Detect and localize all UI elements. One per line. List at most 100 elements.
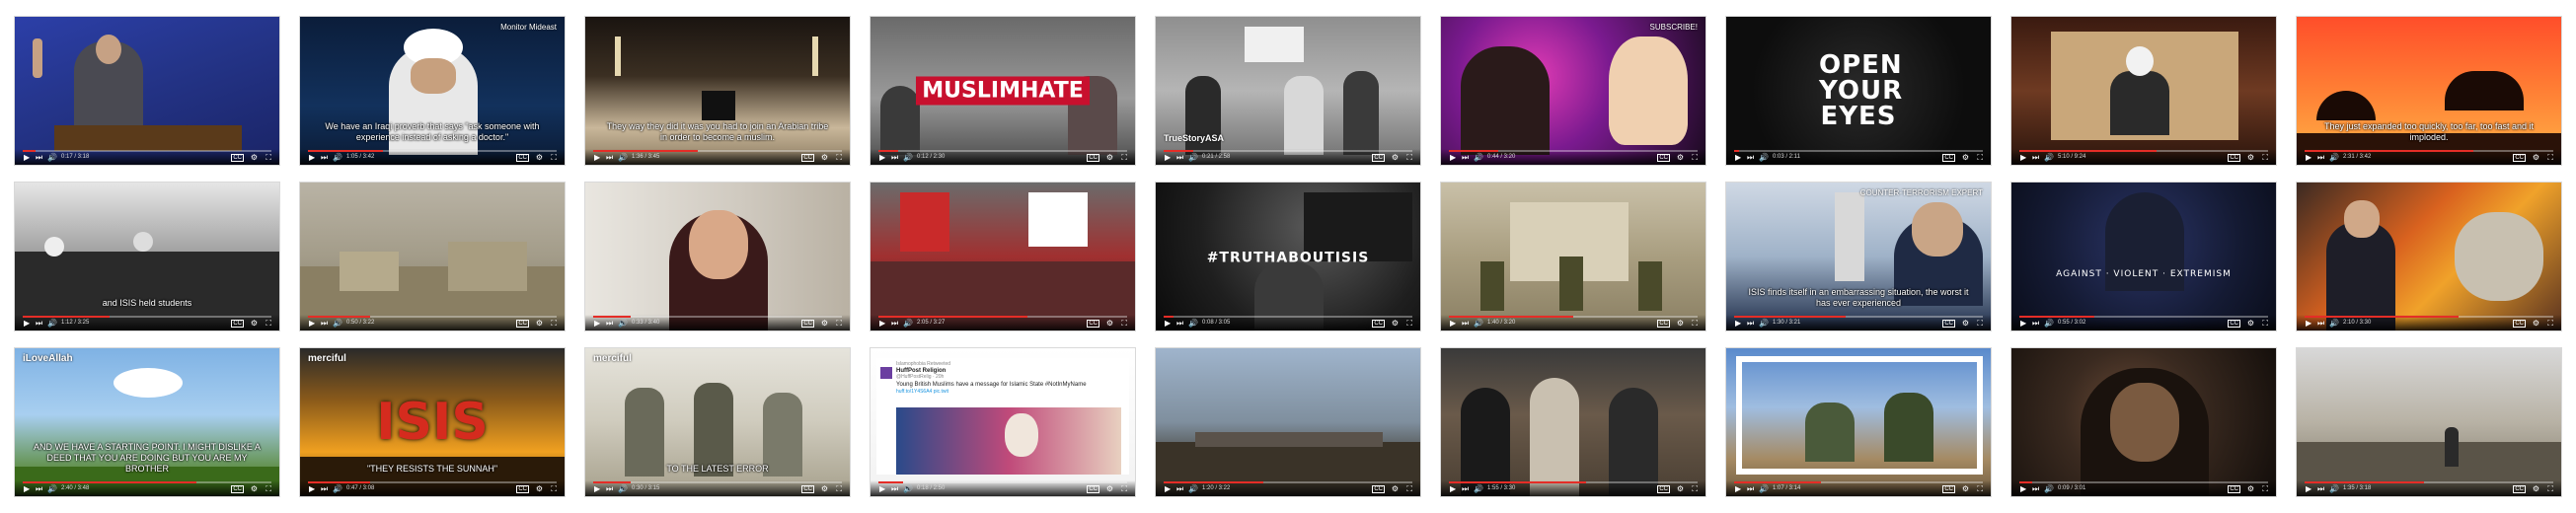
play-icon[interactable]: ▶ [1735, 154, 1741, 162]
captions-icon[interactable]: CC [516, 320, 529, 328]
volume-icon[interactable]: 🔊 [903, 320, 913, 328]
progress-bar[interactable] [1449, 481, 1698, 483]
settings-icon[interactable]: ⚙ [1962, 485, 1969, 493]
video-thumbnail-r1c2[interactable]: Monitor Mideast We have an Iraqi proverb … [299, 16, 566, 166]
fullscreen-icon[interactable]: ⛶ [1977, 485, 1983, 493]
next-icon[interactable]: ⏭ [1176, 320, 1183, 328]
play-icon[interactable]: ▶ [1735, 485, 1741, 493]
captions-icon[interactable]: CC [1942, 485, 1955, 493]
captions-icon[interactable]: CC [1087, 154, 1099, 162]
captions-icon[interactable]: CC [1372, 320, 1385, 328]
settings-icon[interactable]: ⚙ [1106, 320, 1113, 328]
volume-icon[interactable]: 🔊 [1474, 154, 1483, 162]
captions-icon[interactable]: CC [1657, 154, 1670, 162]
next-icon[interactable]: ⏭ [1747, 154, 1754, 162]
fullscreen-icon[interactable]: ⛶ [836, 485, 842, 493]
settings-icon[interactable]: ⚙ [821, 485, 828, 493]
progress-bar[interactable] [1164, 481, 1412, 483]
progress-bar[interactable] [878, 150, 1127, 152]
settings-icon[interactable]: ⚙ [1392, 320, 1399, 328]
settings-icon[interactable]: ⚙ [1962, 320, 1969, 328]
settings-icon[interactable]: ⚙ [1962, 154, 1969, 162]
video-thumbnail-r1c3[interactable]: They way they did it was you had to join… [584, 16, 851, 166]
captions-icon[interactable]: CC [2228, 485, 2240, 493]
video-thumbnail-r2c2[interactable]: ▶ ⏭ 🔊 CC ⚙ ⛶ 0:50 / 3:22 [299, 182, 566, 331]
settings-icon[interactable]: ⚙ [251, 154, 258, 162]
progress-bar[interactable] [1449, 150, 1698, 152]
volume-icon[interactable]: 🔊 [618, 154, 628, 162]
fullscreen-icon[interactable]: ⛶ [1692, 485, 1698, 493]
settings-icon[interactable]: ⚙ [1392, 154, 1399, 162]
captions-icon[interactable]: CC [516, 154, 529, 162]
progress-bar[interactable] [2019, 150, 2268, 152]
settings-icon[interactable]: ⚙ [1106, 154, 1113, 162]
play-icon[interactable]: ▶ [594, 154, 600, 162]
next-icon[interactable]: ⏭ [321, 320, 328, 328]
settings-icon[interactable]: ⚙ [1677, 485, 1684, 493]
video-thumbnail-r2c7[interactable]: COUNTER-TERRORISM EXPERT ISIS finds itsel… [1725, 182, 1992, 331]
next-icon[interactable]: ⏭ [891, 320, 898, 328]
volume-icon[interactable]: 🔊 [1474, 320, 1483, 328]
play-icon[interactable]: ▶ [309, 485, 315, 493]
play-icon[interactable]: ▶ [1165, 320, 1171, 328]
volume-icon[interactable]: 🔊 [1188, 485, 1198, 493]
video-thumbnail-r3c3[interactable]: merciful TO THE LATEST ERROR ▶ ⏭ 🔊 CC ⚙ ⛶ 0:30 /… [584, 347, 851, 497]
next-icon[interactable]: ⏭ [2317, 154, 2324, 162]
video-thumbnail-r3c1[interactable]: iLoveAllah AND WE HAVE A STARTING POINT. … [14, 347, 280, 497]
video-thumbnail-r2c4[interactable]: ▶ ⏭ 🔊 CC ⚙ ⛶ 2:05 / 3:27 [870, 182, 1136, 331]
settings-icon[interactable]: ⚙ [1677, 320, 1684, 328]
progress-bar[interactable] [593, 316, 842, 318]
play-icon[interactable]: ▶ [2020, 485, 2026, 493]
fullscreen-icon[interactable]: ⛶ [2262, 485, 2268, 493]
fullscreen-icon[interactable]: ⛶ [265, 154, 271, 162]
next-icon[interactable]: ⏭ [891, 154, 898, 162]
volume-icon[interactable]: 🔊 [333, 320, 342, 328]
settings-icon[interactable]: ⚙ [536, 485, 543, 493]
captions-icon[interactable]: CC [231, 154, 244, 162]
play-icon[interactable]: ▶ [2306, 485, 2311, 493]
video-thumbnail-r3c5[interactable]: ▶ ⏭ 🔊 CC ⚙ ⛶ 1:20 / 3:22 [1155, 347, 1421, 497]
settings-icon[interactable]: ⚙ [1106, 485, 1113, 493]
captions-icon[interactable]: CC [801, 320, 814, 328]
play-icon[interactable]: ▶ [1735, 320, 1741, 328]
captions-icon[interactable]: CC [2513, 154, 2526, 162]
next-icon[interactable]: ⏭ [36, 485, 42, 493]
next-icon[interactable]: ⏭ [1747, 320, 1754, 328]
video-thumbnail-r1c4[interactable]: MUSLIMHATE ▶ ⏭ 🔊 CC ⚙ ⛶ 0:12 / 2:30 [870, 16, 1136, 166]
captions-icon[interactable]: CC [516, 485, 529, 493]
volume-icon[interactable]: 🔊 [2329, 154, 2339, 162]
video-thumbnail-r2c1[interactable]: and ISIS held students ▶ ⏭ 🔊 CC ⚙ ⛶ 1:12 / 3:25 [14, 182, 280, 331]
settings-icon[interactable]: ⚙ [2533, 320, 2539, 328]
play-icon[interactable]: ▶ [309, 320, 315, 328]
settings-icon[interactable]: ⚙ [536, 154, 543, 162]
captions-icon[interactable]: CC [1657, 485, 1670, 493]
volume-icon[interactable]: 🔊 [333, 485, 342, 493]
volume-icon[interactable]: 🔊 [1759, 485, 1769, 493]
next-icon[interactable]: ⏭ [606, 320, 613, 328]
fullscreen-icon[interactable]: ⛶ [1692, 320, 1698, 328]
fullscreen-icon[interactable]: ⛶ [1977, 320, 1983, 328]
volume-icon[interactable]: 🔊 [1759, 320, 1769, 328]
video-thumbnail-r2c9[interactable]: ▶ ⏭ 🔊 CC ⚙ ⛶ 2:10 / 3:30 [2296, 182, 2562, 331]
settings-icon[interactable]: ⚙ [251, 485, 258, 493]
captions-icon[interactable]: CC [2228, 154, 2240, 162]
captions-icon[interactable]: CC [1942, 320, 1955, 328]
volume-icon[interactable]: 🔊 [1188, 154, 1198, 162]
video-thumbnail-r2c8[interactable]: AGAINST · VIOLENT · EXTREMISM ▶ ⏭ 🔊 CC ⚙ ⛶ 0:55… [2010, 182, 2277, 331]
captions-icon[interactable]: CC [1372, 485, 1385, 493]
next-icon[interactable]: ⏭ [1176, 485, 1183, 493]
video-thumbnail-r3c2[interactable]: ISIS merciful "THEY RESISTS THE SUNNAH" ▶ ⏭ 🔊… [299, 347, 566, 497]
settings-icon[interactable]: ⚙ [2533, 154, 2539, 162]
next-icon[interactable]: ⏭ [606, 485, 613, 493]
progress-bar[interactable] [2305, 150, 2553, 152]
progress-bar[interactable] [1449, 316, 1698, 318]
captions-icon[interactable]: CC [2513, 320, 2526, 328]
settings-icon[interactable]: ⚙ [2247, 154, 2254, 162]
fullscreen-icon[interactable]: ⛶ [551, 320, 557, 328]
fullscreen-icon[interactable]: ⛶ [2547, 320, 2553, 328]
settings-icon[interactable]: ⚙ [251, 320, 258, 328]
video-thumbnail-r1c6[interactable]: SUBSCRIBE! ▶ ⏭ 🔊 CC ⚙ ⛶ 0:44 / 3:20 [1440, 16, 1706, 166]
captions-icon[interactable]: CC [2228, 320, 2240, 328]
next-icon[interactable]: ⏭ [1462, 320, 1469, 328]
progress-bar[interactable] [593, 481, 842, 483]
